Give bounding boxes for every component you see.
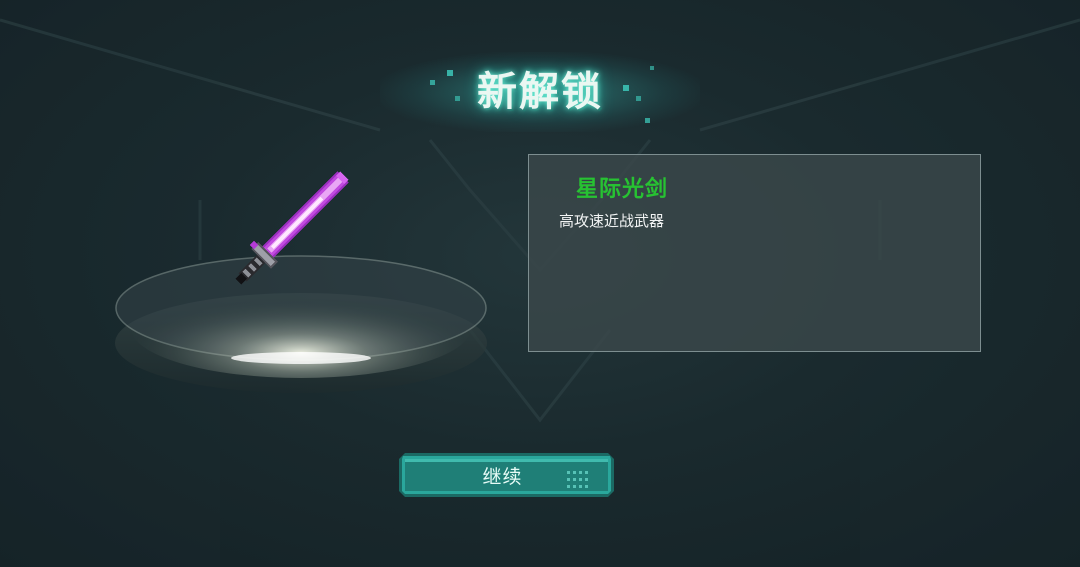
item-description: 高攻速近战武器 [559,212,665,230]
title-pixel-decoration [645,118,650,123]
dot-grid-icon [567,471,588,488]
title-pixel-decoration [650,66,654,70]
item-name: 星际光剑 [576,177,669,202]
item-info-panel: 星际光剑 高攻速近战武器 [528,154,981,352]
page-title: 新解锁 [477,69,603,115]
lightsaber-icon [235,171,349,285]
title-pixel-decoration [430,80,435,85]
